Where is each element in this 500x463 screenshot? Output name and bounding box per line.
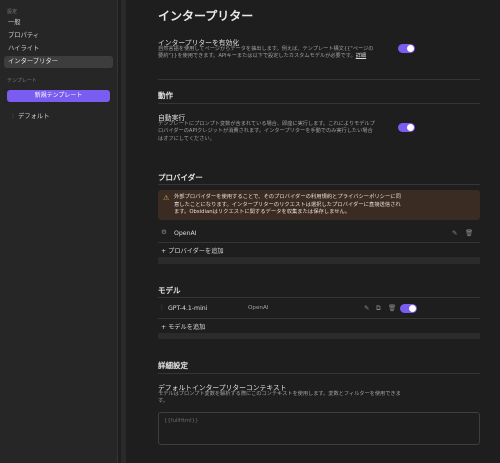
models-section-title: モデル [158, 286, 181, 295]
divider [158, 318, 480, 319]
edit-provider-icon[interactable]: ✎ [452, 229, 457, 237]
warning-line2: 意したことになります。インタープリターのリクエストは選択したプロバイダーに直接送… [174, 201, 401, 208]
enable-interpreter-desc: 自然言語を使用してページからデータを抽出します。例えば、テンプレート構文{{"ペ… [158, 46, 398, 61]
model-name: GPT-4.1-mini [168, 305, 208, 312]
model-provider: OpenAI [248, 305, 269, 311]
provider-name: OpenAI [174, 230, 197, 237]
sidebar-heading-templates: テンプレート [7, 78, 37, 84]
drag-handle-icon[interactable]: ⋮ [159, 304, 165, 311]
context-desc-line2: す。 [158, 398, 168, 405]
sidebar-item-properties[interactable]: プロパティ [4, 30, 113, 42]
learn-more-link[interactable]: 詳細 [356, 53, 366, 59]
sidebar-item-general[interactable]: 一般 [4, 17, 113, 29]
template-item-label: デフォルト [18, 113, 50, 120]
add-provider-button[interactable]: + プロバイダーを追加 [161, 246, 224, 255]
new-template-button[interactable]: 新規テンプレート [7, 90, 110, 102]
warning-line3: ます。Obsidianはリクエストに関するデータを収集または保存しません。 [174, 209, 351, 215]
divider [158, 184, 480, 185]
page-title: インタープリター [158, 9, 254, 23]
settings-sidebar: 設定 一般 プロパティ ハイライト インタープリター テンプレート 新規テンプレ… [0, 0, 118, 463]
providers-list-footer [158, 257, 480, 264]
provider-warning-banner: ⚠ 外部プロバイダーを使用することで、そのプロバイダーの利用規約とプライバシーポ… [158, 190, 480, 220]
sidebar-heading-settings: 設定 [7, 9, 18, 15]
model-enabled-toggle[interactable] [400, 304, 417, 313]
auto-run-desc-line3: はオフにしてください。 [158, 135, 215, 142]
add-model-button[interactable]: + モデルを追加 [161, 322, 205, 331]
context-textarea[interactable]: {{fullHtml}} [158, 412, 480, 445]
delete-model-icon[interactable]: 🗑 [388, 304, 396, 312]
divider [158, 373, 480, 374]
context-desc-line1: モデルはプロンプト変数を解析する際にこのコンテキストを使用します。変数とフィルタ… [158, 391, 401, 397]
divider [158, 103, 480, 104]
enable-interpreter-toggle[interactable] [398, 44, 415, 53]
warning-icon: ⚠ [163, 194, 170, 202]
template-item-default[interactable]: ⋮ デフォルト [10, 111, 49, 120]
providers-section-title: プロバイダー [158, 173, 203, 182]
sidebar-item-interpreter[interactable]: インタープリター [4, 56, 113, 68]
delete-provider-icon[interactable]: 🗑 [465, 229, 473, 237]
provider-gear-icon: ⚙ [161, 228, 167, 236]
advanced-section-title: 詳細設定 [158, 361, 188, 370]
sidebar-item-highlights[interactable]: ハイライト [4, 43, 113, 55]
divider [158, 297, 480, 298]
divider [158, 242, 480, 243]
auto-run-desc: テンプレートにプロンプト変数が含まれている場合、即座に実行します。これによりモデ… [158, 121, 394, 143]
auto-run-toggle[interactable] [398, 123, 415, 132]
warning-line1: 外部プロバイダーを使用することで、そのプロバイダーの利用規約とプライバシーポリシ… [174, 194, 401, 200]
drag-handle-icon[interactable]: ⋮ [10, 113, 16, 120]
models-list-footer [158, 333, 480, 339]
provider-row: ⚙ OpenAI ✎ 🗑 [158, 227, 480, 240]
model-row: ⋮ GPT-4.1-mini OpenAI ✎ ⧉ 🗑 [158, 302, 480, 315]
settings-main: インタープリター インタープリターを有効化 自然言語を使用してページからデータを… [126, 0, 500, 463]
edit-model-icon[interactable]: ✎ [364, 304, 369, 312]
enable-desc-line2: 要約"}}を使用できます。APIキーまたは以下で設定したカスタムモデルが必要です… [158, 53, 356, 60]
behavior-section-title: 動作 [158, 91, 173, 100]
auto-run-desc-line2: ロバイダーのAPIクレジットが消費されます。インタープリターを手動でのみ実行した… [158, 128, 373, 135]
provider-warning-text: 外部プロバイダーを使用することで、そのプロバイダーの利用規約とプライバシーポリシ… [174, 194, 474, 217]
context-desc: モデルはプロンプト変数を解析する際にこのコンテキストを使用します。変数とフィルタ… [158, 391, 480, 406]
context-placeholder: {{fullHtml}} [164, 418, 199, 424]
copy-model-icon[interactable]: ⧉ [376, 304, 381, 313]
divider [158, 79, 480, 80]
